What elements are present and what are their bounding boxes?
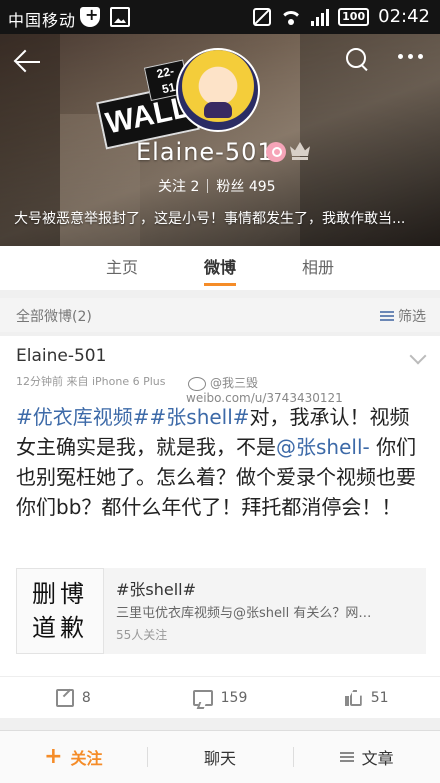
filter-label: 筛选: [398, 309, 426, 325]
notification-icons: [80, 5, 130, 27]
watermark: @我三毁 weibo.com/u/3743430121: [186, 376, 343, 405]
following-link[interactable]: 关注 2: [158, 176, 199, 196]
clock: 02:42: [378, 6, 430, 27]
female-icon: [266, 142, 286, 162]
chat-button[interactable]: 聊天: [146, 731, 294, 783]
repost-count: 8: [81, 690, 91, 706]
follow-stats: 关注 2 粉丝 495: [158, 176, 276, 196]
post-actions: 8 159 51: [0, 676, 440, 719]
image-icon: [110, 7, 130, 27]
crown-icon[interactable]: [290, 142, 310, 160]
signal-icon: [311, 8, 330, 26]
weibo-logo-icon: [188, 376, 206, 391]
followers-link[interactable]: 粉丝 495: [216, 176, 275, 196]
post-topic-link[interactable]: #优衣库视频##张shell#: [16, 405, 250, 429]
more-options-icon[interactable]: [398, 54, 423, 59]
comment-icon: [192, 690, 213, 706]
comment-count: 159: [220, 690, 248, 706]
chat-label: 聊天: [204, 749, 237, 768]
like-button[interactable]: 51: [293, 677, 440, 719]
article-button[interactable]: 文章: [293, 731, 440, 783]
thumbs-up-icon: [344, 690, 363, 706]
like-count: 51: [370, 690, 389, 706]
repost-button[interactable]: 8: [0, 677, 147, 719]
tab-home[interactable]: 主页: [100, 246, 144, 290]
profile-username: Elaine-501: [136, 138, 274, 166]
topic-followers: 55人关注: [116, 628, 168, 642]
profile-header: 22-51 WALL Elaine-501 关注 2 粉丝 495 大号被恶意举…: [0, 34, 440, 246]
filter-button[interactable]: 筛选: [380, 306, 426, 326]
chevron-down-icon[interactable]: [409, 347, 427, 365]
follow-button[interactable]: + 关注: [0, 731, 147, 783]
back-arrow-icon[interactable]: [14, 48, 42, 76]
wifi-icon: [280, 8, 302, 26]
status-bar: 中国移动 100 02:42: [0, 0, 440, 34]
comment-button[interactable]: 159: [147, 677, 294, 719]
post-meta: 12分钟前 来自 iPhone 6 Plus: [16, 373, 166, 389]
shield-icon: [80, 5, 100, 27]
post-source: 来自 iPhone 6 Plus: [66, 375, 166, 388]
article-label: 文章: [361, 749, 394, 768]
avatar[interactable]: [176, 48, 260, 132]
topic-thumbnail: 删博 道歉: [16, 568, 104, 654]
carrier-name: 中国移动: [8, 11, 77, 30]
topic-description: 三里屯优衣库视频与@张shell 有关么？网…: [116, 606, 372, 621]
follow-label: 关注: [70, 749, 103, 768]
topic-title: #张shell#: [116, 580, 197, 599]
topic-card[interactable]: 删博 道歉 #张shell# 三里屯优衣库视频与@张shell 有关么？网… 5…: [16, 568, 426, 654]
repost-icon: [55, 689, 74, 707]
all-posts-label[interactable]: 全部微博(2): [16, 306, 92, 326]
post-time: 12分钟前: [16, 375, 63, 388]
search-icon[interactable]: [346, 48, 370, 72]
profile-tabs: 主页 微博 相册: [0, 246, 440, 290]
tab-album[interactable]: 相册: [296, 246, 340, 290]
post-author[interactable]: Elaine-501: [16, 346, 106, 366]
battery-icon: 100: [338, 7, 370, 26]
status-right: 100 02:42: [253, 6, 430, 27]
post-card[interactable]: Elaine-501 12分钟前 来自 iPhone 6 Plus @我三毁 w…: [0, 336, 440, 718]
bottom-action-bar: + 关注 聊天 文章: [0, 730, 440, 783]
mute-icon: [253, 7, 272, 26]
post-text: #优衣库视频##张shell#对，我承认！视频女主确实是我，就是我，不是@张sh…: [16, 405, 417, 519]
profile-bio: 大号被恶意举报封了，这是小号！事情都发生了，我敢作敢当...: [14, 211, 406, 227]
tab-weibo[interactable]: 微博: [198, 246, 242, 290]
filter-icon: [380, 310, 394, 322]
menu-icon: [339, 752, 354, 762]
post-mention-link[interactable]: @张shell-: [276, 435, 370, 459]
section-header: 全部微博(2) 筛选: [0, 298, 440, 332]
plus-icon: +: [44, 744, 63, 769]
